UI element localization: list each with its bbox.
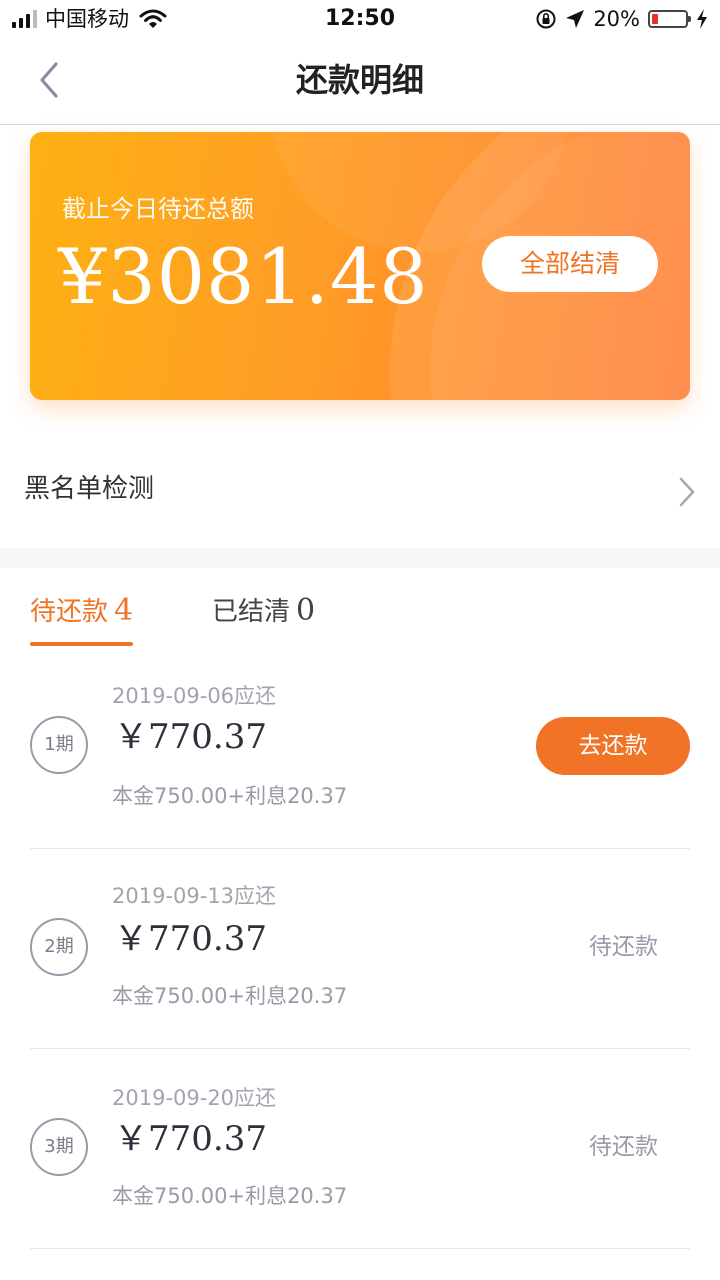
- summary-card: 截止今日待还总额 ¥3081.48 全部结清: [30, 132, 690, 400]
- tab-pending[interactable]: 待还款 4: [30, 590, 134, 646]
- period-badge: 1期: [30, 716, 88, 774]
- battery-icon: [648, 10, 691, 28]
- orientation-lock-icon: [536, 9, 556, 29]
- installment-amount: ￥770.37: [114, 919, 267, 959]
- pay-now-button[interactable]: 去还款: [536, 717, 690, 775]
- tab-bar: 待还款 4 已结清 0: [0, 568, 720, 648]
- period-badge: 2期: [30, 918, 88, 976]
- tab-pending-label: 待还款: [30, 597, 109, 627]
- battery-fill: [652, 14, 658, 24]
- period-badge: 3期: [30, 1118, 88, 1176]
- installment-breakdown: 本金750.00+利息20.37: [112, 1184, 348, 1208]
- location-arrow-icon: [566, 10, 585, 28]
- status-bar: 中国移动 12:50 20%: [0, 0, 720, 40]
- nav-bar: 还款明细: [0, 40, 720, 125]
- status-right: 20%: [535, 6, 708, 32]
- installment-breakdown: 本金750.00+利息20.37: [112, 784, 348, 808]
- battery-percent: 20%: [593, 7, 640, 31]
- installment-row[interactable]: 3期 2019-09-20应还 ￥770.37 本金750.00+利息20.37…: [30, 1048, 690, 1249]
- blacklist-check-label: 黑名单检测: [24, 474, 155, 504]
- installment-row[interactable]: 1期 2019-09-06应还 ￥770.37 本金750.00+利息20.37…: [30, 648, 690, 849]
- total-due-label: 截止今日待还总额: [62, 195, 254, 223]
- installment-breakdown: 本金750.00+利息20.37: [112, 984, 348, 1008]
- tab-settled-label: 已结清: [212, 597, 291, 627]
- chevron-right-icon: [679, 477, 695, 507]
- installment-row[interactable]: 2期 2019-09-13应还 ￥770.37 本金750.00+利息20.37…: [30, 848, 690, 1049]
- summary-card-bg: 截止今日待还总额 ¥3081.48 全部结清: [30, 132, 690, 400]
- installment-amount: ￥770.37: [114, 1119, 267, 1159]
- tab-settled[interactable]: 已结清 0: [212, 590, 315, 646]
- tab-active-indicator: [30, 642, 134, 646]
- settle-all-button[interactable]: 全部结清: [482, 236, 658, 292]
- due-date: 2019-09-06应还: [112, 684, 277, 708]
- charging-bolt-icon: [697, 9, 707, 29]
- tab-settled-count: 0: [296, 593, 316, 628]
- payment-status: 待还款: [589, 1134, 658, 1160]
- tab-pending-count: 4: [114, 593, 134, 628]
- due-date: 2019-09-20应还: [112, 1086, 277, 1110]
- section-divider: [0, 548, 720, 568]
- chevron-left-icon[interactable]: [28, 58, 72, 102]
- blacklist-check-row[interactable]: 黑名单检测: [0, 440, 720, 544]
- installment-amount: ￥770.37: [114, 717, 267, 757]
- payment-status: 待还款: [589, 934, 658, 960]
- total-due-amount: ¥3081.48: [58, 232, 429, 321]
- page-title: 还款明细: [295, 61, 424, 99]
- due-date: 2019-09-13应还: [112, 884, 277, 908]
